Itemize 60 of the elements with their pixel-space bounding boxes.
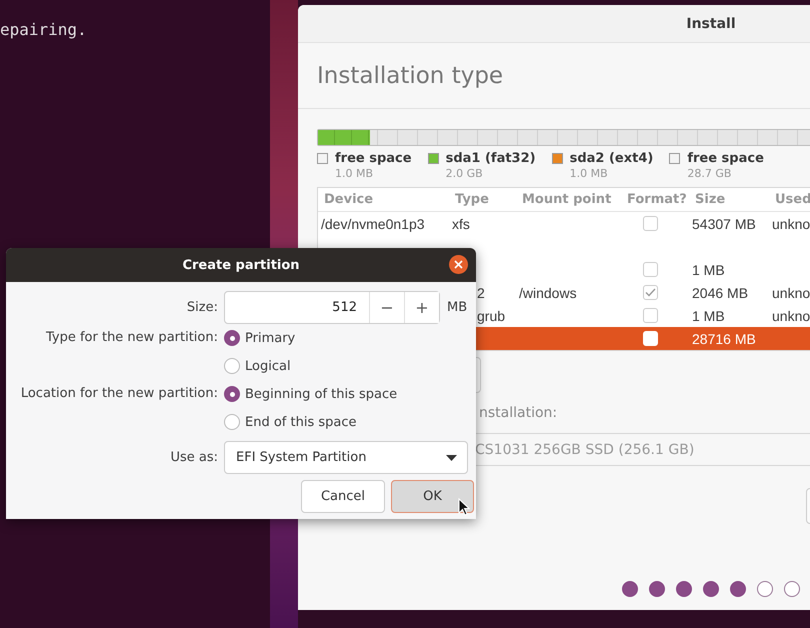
unit-label: MB <box>447 300 468 314</box>
page-heading: Installation type <box>317 63 504 91</box>
size-spin-field[interactable]: 512 − + <box>224 290 440 324</box>
radio-option[interactable]: Primary <box>224 324 468 352</box>
format-checkbox[interactable] <box>642 216 658 231</box>
table-cell-text: 1 MB <box>691 262 726 278</box>
legend-name: free space <box>335 150 412 166</box>
format-checkbox[interactable] <box>642 285 658 300</box>
radio-option[interactable]: Beginning of this space <box>224 380 468 408</box>
legend-size: 1.0 MB <box>570 166 609 180</box>
radio-icon[interactable] <box>224 386 240 402</box>
table-row[interactable]: /dev/nvme0n1p3 xfs 54307 MB unkno <box>318 212 810 235</box>
caret-icon <box>446 454 457 460</box>
table-cell-text: xfs <box>451 216 471 232</box>
table-cell-text: 2 <box>476 284 486 300</box>
radio-option[interactable]: Logical <box>224 352 468 380</box>
close-button[interactable] <box>449 255 468 274</box>
legend-name: sda2 (ext4) <box>570 150 654 166</box>
use-as-label: Use as: <box>169 449 218 465</box>
radio-icon[interactable] <box>224 330 240 346</box>
table-cell-text: unkno <box>771 216 810 232</box>
option-label: Type for the new partition: <box>44 329 218 345</box>
terminal-text: epairing. <box>0 20 88 39</box>
boot-loader-label: nstallation: <box>479 405 558 423</box>
table-cell-text: /windows <box>518 284 578 300</box>
increment-button[interactable]: + <box>404 292 439 322</box>
dialog-button[interactable]: Cancel <box>301 480 385 513</box>
table-cell-text: unkno <box>771 284 810 300</box>
table-cell-text: unkno <box>771 308 810 324</box>
table-cell-text: 54307 MB <box>691 216 757 232</box>
legend-size: 28.7 GB <box>687 166 732 180</box>
table-cell-text: /dev/nvme0n1p3 <box>320 216 426 232</box>
legend-size: 2.0 GB <box>446 166 484 180</box>
legend-size: 1.0 MB <box>335 166 374 180</box>
column-header: Type <box>454 192 490 207</box>
radio-icon[interactable] <box>224 358 240 374</box>
legend-name: free space <box>687 150 764 166</box>
table-cell-text: 2046 MB <box>691 284 750 300</box>
table-cell-text: 28716 MB <box>691 330 757 346</box>
size-label: Size: <box>186 300 218 314</box>
table-cell-text: 1 MB <box>691 308 726 324</box>
legend-name: sda1 (fat32) <box>446 150 536 166</box>
column-header: Device <box>323 192 374 207</box>
column-header: Used <box>774 192 810 207</box>
column-header: Size <box>694 192 726 207</box>
column-header: Format? <box>626 192 688 207</box>
dialog-button[interactable]: OK <box>391 480 474 513</box>
option-label: Location for the new partition: <box>20 385 218 401</box>
table-row[interactable]: 1 MB <box>318 258 810 281</box>
window-title: Install <box>686 16 736 32</box>
format-checkbox[interactable] <box>642 262 658 277</box>
format-checkbox[interactable] <box>642 308 658 323</box>
dialog-title: Create partition <box>182 258 300 272</box>
use-as-dropdown[interactable]: EFI System Partition <box>224 441 468 474</box>
close-icon <box>454 260 463 269</box>
cursor-icon <box>458 498 470 516</box>
table-cell-text: grub <box>476 308 506 324</box>
column-header: Mount point <box>521 192 612 207</box>
radio-option[interactable]: End of this space <box>224 408 468 436</box>
radio-icon[interactable] <box>224 414 240 430</box>
